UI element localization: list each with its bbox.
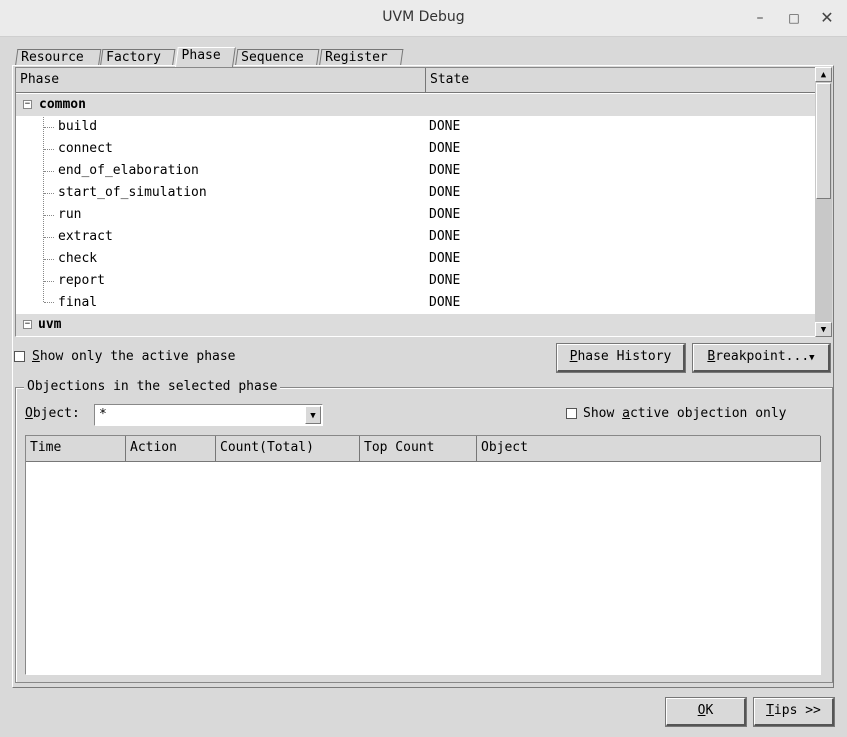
phase-state: DONE xyxy=(429,119,461,134)
object-combobox[interactable]: * ▼ xyxy=(94,404,323,426)
show-active-phase-label[interactable]: Show only the active phase xyxy=(32,349,236,364)
phase-state: DONE xyxy=(429,273,461,288)
minimize-icon[interactable]: – xyxy=(748,6,772,30)
phase-name: run xyxy=(58,207,82,222)
tab-factory[interactable]: Factory xyxy=(100,49,176,66)
column-header-object[interactable]: Object xyxy=(477,436,821,462)
scroll-down-icon[interactable]: ▼ xyxy=(815,322,832,337)
tree-group-label: common xyxy=(39,97,86,112)
column-header-count-total[interactable]: Count(Total) xyxy=(216,436,360,462)
object-value: * xyxy=(99,407,107,422)
tree-group-label: uvm xyxy=(38,317,62,332)
tree-row[interactable]: check DONE xyxy=(16,248,816,270)
tree-group-uvm[interactable]: − uvm xyxy=(16,314,816,336)
phase-name: connect xyxy=(58,141,113,156)
tree-row[interactable]: build DONE xyxy=(16,116,816,138)
column-header-state[interactable]: State xyxy=(426,68,816,93)
phase-name: final xyxy=(58,295,98,310)
chevron-down-icon[interactable]: ▼ xyxy=(305,406,321,424)
phase-name: report xyxy=(58,273,105,288)
dropdown-arrow-icon: ▼ xyxy=(809,353,815,363)
tree-row[interactable]: end_of_elaboration DONE xyxy=(16,160,816,182)
tree-row[interactable]: final DONE xyxy=(16,292,816,314)
phase-state: DONE xyxy=(429,251,461,266)
phase-state: DONE xyxy=(429,141,461,156)
tab-sequence[interactable]: Sequence xyxy=(235,49,320,66)
window-title: UVM Debug xyxy=(382,9,465,25)
collapse-icon[interactable]: − xyxy=(23,100,32,109)
column-header-phase[interactable]: Phase xyxy=(16,68,426,93)
phase-history-button[interactable]: Phase History xyxy=(556,343,686,373)
phase-state: DONE xyxy=(429,295,461,310)
scroll-up-icon[interactable]: ▲ xyxy=(815,67,832,82)
phase-name: check xyxy=(58,251,98,266)
phase-state: DONE xyxy=(429,229,461,244)
breakpoint-button[interactable]: Breakpoint...▼ xyxy=(692,343,831,373)
tree-scrollbar[interactable]: ▲ ▼ xyxy=(815,67,832,337)
tree-row[interactable]: connect DONE xyxy=(16,138,816,160)
phase-name: start_of_simulation xyxy=(58,185,207,200)
tips-button[interactable]: Tips >> xyxy=(753,697,835,727)
scroll-thumb[interactable] xyxy=(816,83,831,199)
phase-state: DONE xyxy=(429,207,461,222)
phase-name: end_of_elaboration xyxy=(58,163,199,178)
phase-name: build xyxy=(58,119,98,134)
objections-table[interactable]: Time Action Count(Total) Top Count Objec… xyxy=(25,435,821,675)
tab-register[interactable]: Register xyxy=(319,49,404,66)
objections-table-header: Time Action Count(Total) Top Count Objec… xyxy=(26,436,821,462)
tree-group-common[interactable]: − common xyxy=(16,94,816,116)
objections-group-title: Objections in the selected phase xyxy=(24,379,281,394)
tree-row[interactable]: run DONE xyxy=(16,204,816,226)
tab-phase[interactable]: Phase xyxy=(175,47,236,67)
maximize-icon[interactable]: □ xyxy=(782,6,806,30)
phase-tree-header: Phase State xyxy=(16,68,816,93)
tree-row[interactable]: start_of_simulation DONE xyxy=(16,182,816,204)
close-icon[interactable]: ✕ xyxy=(815,6,839,30)
tree-row[interactable]: report DONE xyxy=(16,270,816,292)
phase-name: extract xyxy=(58,229,113,244)
phase-state: DONE xyxy=(429,163,461,178)
tab-resource[interactable]: Resource xyxy=(15,49,102,66)
phase-tree[interactable]: Phase State − common build DONE connect DO… xyxy=(15,67,832,337)
show-active-phase-checkbox[interactable] xyxy=(14,351,25,362)
show-active-objection-label[interactable]: Show active objection only xyxy=(583,406,787,421)
show-active-objection-checkbox[interactable] xyxy=(566,408,577,419)
collapse-icon[interactable]: − xyxy=(23,320,32,329)
column-header-action[interactable]: Action xyxy=(126,436,216,462)
column-header-top-count[interactable]: Top Count xyxy=(360,436,477,462)
tree-row[interactable]: extract DONE xyxy=(16,226,816,248)
window-titlebar: UVM Debug – □ ✕ xyxy=(0,0,847,37)
column-header-time[interactable]: Time xyxy=(26,436,126,462)
phase-state: DONE xyxy=(429,185,461,200)
ok-button[interactable]: OK xyxy=(665,697,747,727)
object-label: Object: xyxy=(25,406,80,421)
